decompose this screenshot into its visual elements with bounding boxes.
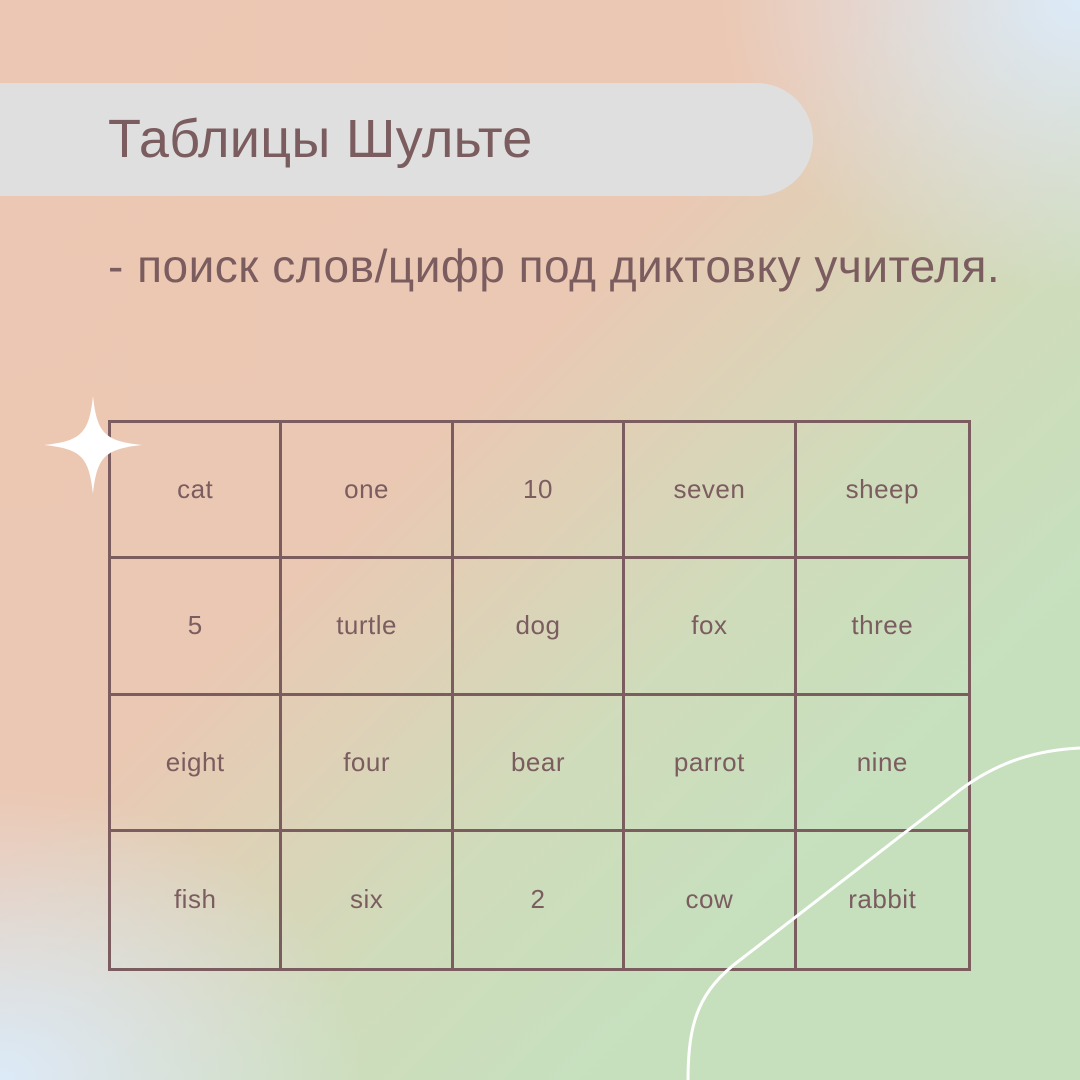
table-cell: 2 bbox=[454, 831, 626, 968]
table-cell: cow bbox=[625, 831, 797, 968]
table-cell: bear bbox=[453, 695, 626, 832]
table-cell: sheep bbox=[796, 423, 968, 560]
table-cell: rabbit bbox=[848, 884, 917, 915]
table-cell: turtle bbox=[282, 559, 454, 696]
sparkle-icon bbox=[44, 396, 142, 494]
table-cell: 5 bbox=[111, 559, 283, 696]
table-cell: one bbox=[282, 423, 454, 560]
table-cell: seven bbox=[625, 423, 797, 560]
table-cell: fox bbox=[625, 559, 797, 696]
table-cell: dog bbox=[453, 559, 626, 696]
table-cell: six bbox=[282, 831, 454, 968]
schulte-table: cat one 10 seven sheep 5 turtle dog fox three eigh… bbox=[108, 420, 971, 971]
table-cell: eight bbox=[111, 695, 283, 832]
description-text: - поиск слов/цифр под диктовку учителя. bbox=[108, 240, 1001, 292]
table-cell: three bbox=[796, 559, 968, 696]
table-cell: fish bbox=[111, 831, 283, 968]
table-cell: 10 bbox=[453, 423, 626, 560]
table-cell: four bbox=[282, 695, 454, 832]
table-cell: parrot bbox=[625, 695, 797, 832]
table-cell: nine bbox=[796, 696, 968, 832]
page-title: Таблицы Шульте bbox=[108, 109, 533, 169]
